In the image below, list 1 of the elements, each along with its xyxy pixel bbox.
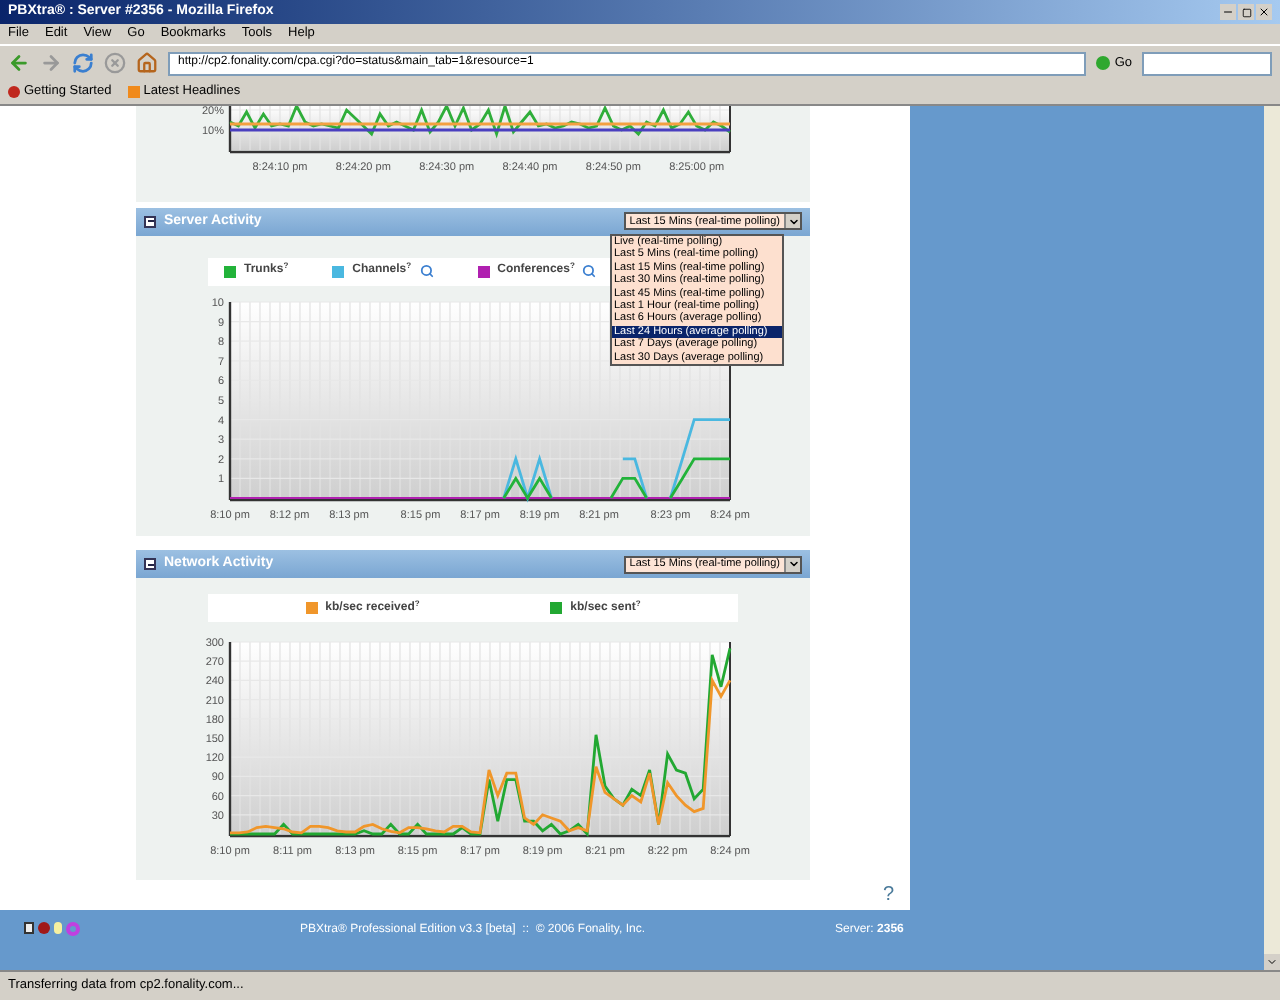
help-link[interactable]: ? [882, 880, 894, 910]
